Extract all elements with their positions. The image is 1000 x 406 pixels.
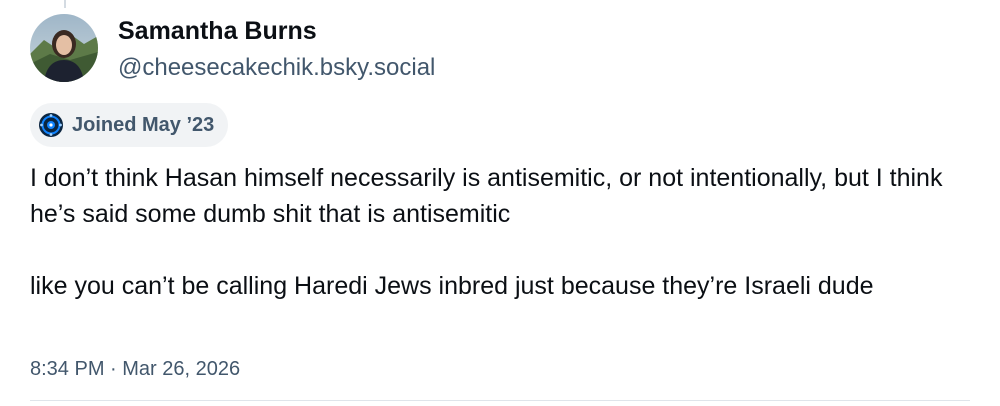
author-handle[interactable]: @cheesecakechik.bsky.social [118,52,435,84]
post-paragraph: I don’t think Hasan himself necessarily … [30,164,943,228]
post-body: I don’t think Hasan himself necessarily … [30,160,980,304]
avatar[interactable] [30,14,98,82]
avatar-image [30,14,98,82]
post-timestamp[interactable]: 8:34 PM · Mar 26, 2026 [30,355,240,383]
post-paragraph: like you can’t be calling Haredi Jews in… [30,272,874,300]
joined-date-label: Joined May ’23 [72,113,215,136]
author-name[interactable]: Samantha Burns [118,14,317,48]
thread-connector-line [64,0,66,8]
divider [30,400,970,401]
bluesky-join-icon [38,112,64,138]
joined-badge[interactable]: Joined May ’23 [30,103,229,147]
